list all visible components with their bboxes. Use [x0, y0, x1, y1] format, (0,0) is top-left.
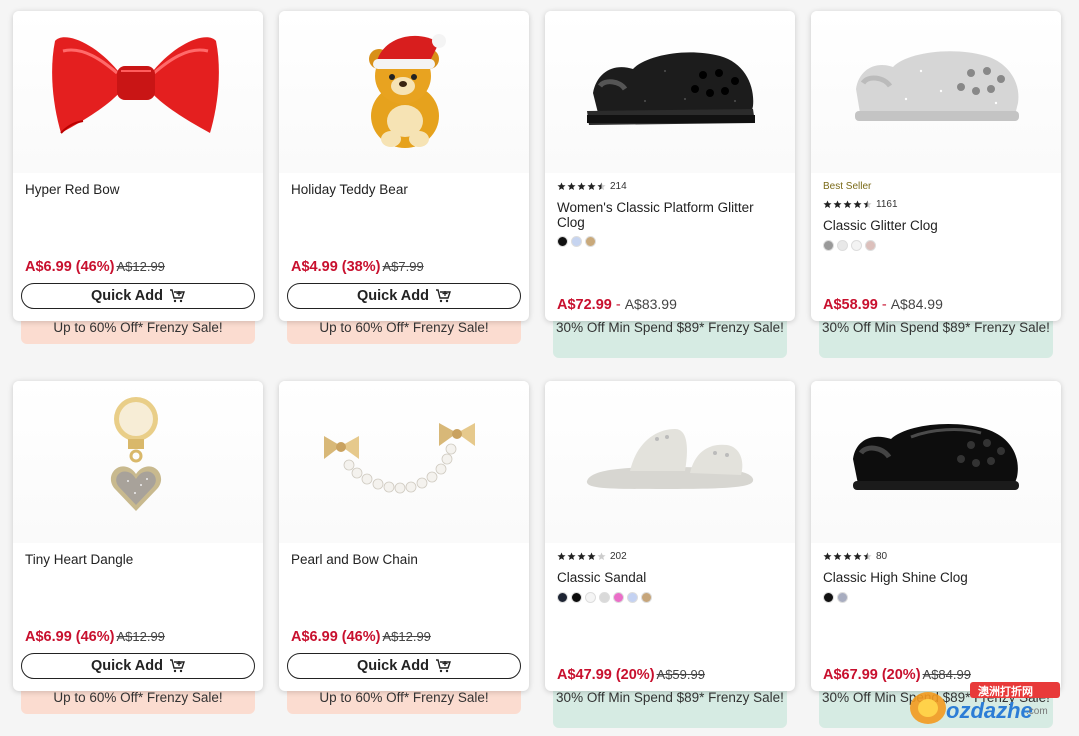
max-price: A$84.99	[890, 296, 943, 312]
quick-add-button[interactable]: Quick Add	[21, 653, 255, 679]
sale-price: A$6.99 (46%)	[25, 629, 115, 645]
product-name[interactable]: Classic High Shine Clog	[823, 570, 1049, 585]
color-swatches	[557, 592, 655, 603]
product-name[interactable]: Tiny Heart Dangle	[25, 552, 251, 567]
sale-price: A$6.99 (46%)	[25, 259, 115, 275]
price: A$47.99 (20%) A$59.99	[557, 666, 705, 684]
color-swatch[interactable]	[571, 592, 582, 603]
product-name[interactable]: Hyper Red Bow	[25, 182, 251, 197]
sale-price: A$72.99	[557, 297, 612, 313]
best-seller-badge: Best Seller	[823, 181, 872, 192]
sale-price: A$47.99 (20%)	[557, 667, 655, 683]
quick-add-button[interactable]: Quick Add	[287, 653, 521, 679]
color-swatch[interactable]	[557, 236, 568, 247]
original-price: A$7.99	[382, 259, 424, 274]
color-swatch[interactable]	[585, 592, 596, 603]
original-price: A$12.99	[382, 629, 431, 644]
color-swatch[interactable]	[837, 240, 848, 251]
cart-plus-icon	[435, 289, 451, 303]
review-count: 80	[876, 551, 888, 562]
product-card[interactable]: Holiday Teddy Bear A$4.99 (38%) A$7.99 Qu…	[279, 11, 529, 321]
product-card[interactable]: Hyper Red Bow A$6.99 (46%) A$12.99 Quick …	[13, 11, 263, 321]
price: A$4.99 (38%) A$7.99	[291, 258, 424, 276]
product-card[interactable]: 202 Classic Sandal A$47.99 (20%) A$59.99	[545, 381, 795, 691]
quick-add-label: Quick Add	[357, 658, 429, 674]
color-swatch[interactable]	[557, 592, 568, 603]
watermark-en: ozdazhe	[946, 698, 1033, 723]
sale-price: A$58.99	[823, 297, 878, 313]
color-swatch[interactable]	[865, 240, 876, 251]
product-image[interactable]	[13, 11, 263, 173]
original-price: A$59.99	[656, 667, 705, 682]
product-image[interactable]	[279, 381, 529, 543]
watermark-tld: .com	[1026, 706, 1048, 717]
color-swatch[interactable]	[837, 592, 848, 603]
product-card[interactable]: 214 Women's Classic Platform Glitter Clo…	[545, 11, 795, 321]
price: A$6.99 (46%) A$12.99	[25, 628, 165, 646]
quick-add-button[interactable]: Quick Add	[21, 283, 255, 309]
review-count: 202	[610, 551, 627, 562]
price-separator: -	[611, 297, 625, 313]
color-swatch[interactable]	[823, 240, 834, 251]
original-price: A$12.99	[116, 629, 165, 644]
review-count: 1161	[876, 199, 898, 210]
rating[interactable]: 80	[823, 551, 887, 562]
product-image[interactable]	[13, 381, 263, 543]
product-image[interactable]	[545, 381, 795, 543]
review-count: 214	[610, 181, 627, 192]
product-card[interactable]: Pearl and Bow Chain A$6.99 (46%) A$12.99 …	[279, 381, 529, 691]
quick-add-label: Quick Add	[357, 288, 429, 304]
price: A$6.99 (46%) A$12.99	[291, 628, 431, 646]
color-swatch[interactable]	[585, 236, 596, 247]
sale-price: A$4.99 (38%)	[291, 259, 381, 275]
product-name[interactable]: Holiday Teddy Bear	[291, 182, 517, 197]
product-card[interactable]: Best Seller 1161 Classic Glitter Clog A$…	[811, 11, 1061, 321]
color-swatch[interactable]	[851, 240, 862, 251]
original-price: A$12.99	[116, 259, 165, 274]
color-swatches	[823, 592, 851, 603]
color-swatch[interactable]	[641, 592, 652, 603]
rating[interactable]: 1161	[823, 199, 898, 210]
quick-add-button[interactable]: Quick Add	[287, 283, 521, 309]
product-name[interactable]: Pearl and Bow Chain	[291, 552, 517, 567]
color-swatches	[823, 240, 879, 251]
quick-add-label: Quick Add	[91, 288, 163, 304]
product-image[interactable]	[279, 11, 529, 173]
color-swatch[interactable]	[627, 592, 638, 603]
rating[interactable]: 202	[557, 551, 627, 562]
cart-plus-icon	[169, 659, 185, 673]
product-card[interactable]: 80 Classic High Shine Clog A$67.99 (20%)…	[811, 381, 1061, 691]
rating[interactable]: 214	[557, 181, 627, 192]
sale-price: A$6.99 (46%)	[291, 629, 381, 645]
product-name[interactable]: Classic Sandal	[557, 570, 783, 585]
product-name[interactable]: Women's Classic Platform Glitter Clog	[557, 200, 783, 230]
color-swatch[interactable]	[571, 236, 582, 247]
product-name[interactable]: Classic Glitter Clog	[823, 218, 1049, 233]
price: A$6.99 (46%) A$12.99	[25, 258, 165, 276]
color-swatch[interactable]	[823, 592, 834, 603]
color-swatches	[557, 236, 599, 247]
watermark: 澳洲打折网 ozdazhe .com	[900, 680, 1070, 730]
cart-plus-icon	[435, 659, 451, 673]
color-swatch[interactable]	[599, 592, 610, 603]
product-image[interactable]	[811, 11, 1061, 173]
price: A$72.99 - A$83.99	[557, 296, 677, 314]
product-card[interactable]: Tiny Heart Dangle A$6.99 (46%) A$12.99 Qu…	[13, 381, 263, 691]
quick-add-label: Quick Add	[91, 658, 163, 674]
price-separator: -	[877, 297, 891, 313]
cart-plus-icon	[169, 289, 185, 303]
product-image[interactable]	[811, 381, 1061, 543]
product-image[interactable]	[545, 11, 795, 173]
price: A$58.99 - A$84.99	[823, 296, 943, 314]
max-price: A$83.99	[624, 296, 677, 312]
watermark-cn: 澳洲打折网	[978, 686, 1033, 698]
color-swatch[interactable]	[613, 592, 624, 603]
